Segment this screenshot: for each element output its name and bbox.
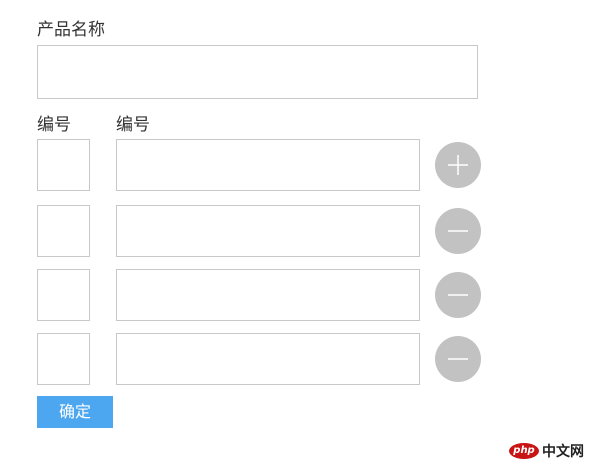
product-name-input[interactable] <box>37 45 478 99</box>
row-4-value-input[interactable] <box>116 333 420 385</box>
add-row-button[interactable] <box>435 142 481 188</box>
minus-icon <box>448 294 468 296</box>
remove-row-3-button[interactable] <box>435 272 481 318</box>
watermark: php 中文网 <box>509 441 584 461</box>
minus-icon <box>448 358 468 360</box>
row-3-value-input[interactable] <box>116 269 420 321</box>
plus-icon <box>448 155 468 175</box>
row-2-value-input[interactable] <box>116 205 420 257</box>
confirm-button[interactable]: 确定 <box>37 396 113 428</box>
watermark-text: 中文网 <box>542 444 584 460</box>
row-1-code-input[interactable] <box>37 139 90 191</box>
code-label-right: 编号 <box>116 115 150 135</box>
row-2-code-input[interactable] <box>37 205 90 257</box>
php-logo-icon: php <box>509 443 539 459</box>
row-3-code-input[interactable] <box>37 269 90 321</box>
row-1-value-input[interactable] <box>116 139 420 191</box>
remove-row-2-button[interactable] <box>435 208 481 254</box>
remove-row-4-button[interactable] <box>435 336 481 382</box>
row-4-code-input[interactable] <box>37 333 90 385</box>
minus-icon <box>448 230 468 232</box>
product-name-label: 产品名称 <box>37 20 105 40</box>
code-label-left: 编号 <box>37 115 71 135</box>
